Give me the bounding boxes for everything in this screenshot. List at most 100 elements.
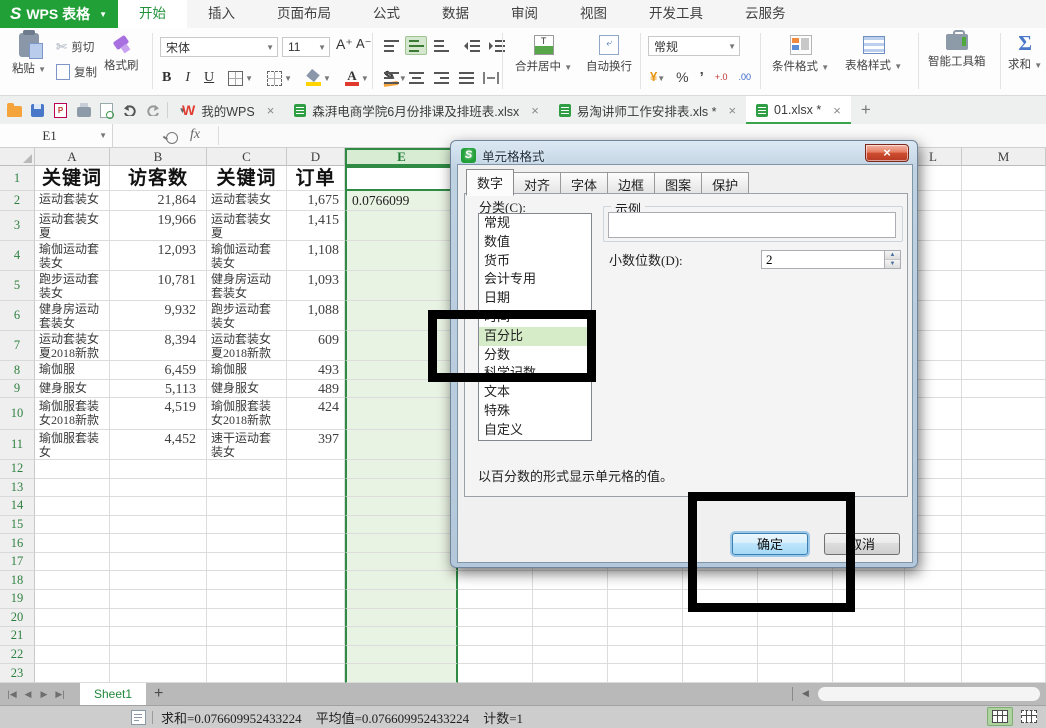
cell-H22[interactable] <box>608 646 683 665</box>
cell-B14[interactable] <box>110 497 207 516</box>
cell-E12[interactable] <box>345 460 458 479</box>
cell-D4[interactable]: 1,108 <box>287 241 345 271</box>
cell-M17[interactable] <box>962 553 1046 572</box>
underline-button[interactable]: U <box>204 70 214 86</box>
cell-B8[interactable]: 6,459 <box>110 361 207 380</box>
cell-B13[interactable] <box>110 479 207 498</box>
row-header-7[interactable]: 7 <box>0 331 35 361</box>
row-header-3[interactable]: 3 <box>0 211 35 241</box>
column-header-D[interactable]: D <box>287 148 345 166</box>
cell-B3[interactable]: 19,966 <box>110 211 207 241</box>
row-header-9[interactable]: 9 <box>0 380 35 398</box>
cell-C16[interactable] <box>207 534 287 553</box>
cell-D8[interactable]: 493 <box>287 361 345 380</box>
cell-F23[interactable] <box>458 664 533 683</box>
cell-E19[interactable] <box>345 590 458 609</box>
cell-G20[interactable] <box>533 609 608 628</box>
align-left-button[interactable] <box>380 68 402 87</box>
cell-C20[interactable] <box>207 609 287 628</box>
row-header-6[interactable]: 6 <box>0 301 35 331</box>
cell-E4[interactable] <box>345 241 458 271</box>
distribute-button[interactable] <box>480 68 502 87</box>
cell-M20[interactable] <box>962 609 1046 628</box>
cell-A7[interactable]: 运动套装女夏2018新款 <box>35 331 110 361</box>
cell-C2[interactable]: 运动套装女 <box>207 191 287 211</box>
cell-D5[interactable]: 1,093 <box>287 271 345 301</box>
row-header-15[interactable]: 15 <box>0 516 35 535</box>
cell-D1[interactable]: 订单量 <box>287 166 345 191</box>
cell-D23[interactable] <box>287 664 345 683</box>
cell-B6[interactable]: 9,932 <box>110 301 207 331</box>
row-header-17[interactable]: 17 <box>0 553 35 572</box>
close-icon[interactable]: × <box>833 103 841 118</box>
align-middle-button[interactable] <box>405 36 427 55</box>
doc-tab-2[interactable]: 易淘讲师工作安排表.xls *× <box>549 96 746 124</box>
first-sheet-icon[interactable]: |◀ <box>6 689 18 700</box>
merge-center-button[interactable]: T 合并居中 ▼ <box>515 35 572 74</box>
cell-G22[interactable] <box>533 646 608 665</box>
cell-E15[interactable] <box>345 516 458 535</box>
dialog-category-1[interactable]: 数值 <box>479 233 591 252</box>
cell-H19[interactable] <box>608 590 683 609</box>
column-header-A[interactable]: A <box>35 148 110 166</box>
cell-A21[interactable] <box>35 627 110 646</box>
cell-D16[interactable] <box>287 534 345 553</box>
column-header-C[interactable]: C <box>207 148 287 166</box>
open-file-button[interactable] <box>6 102 23 119</box>
row-header-5[interactable]: 5 <box>0 271 35 301</box>
cell-E18[interactable] <box>345 571 458 590</box>
cell-M16[interactable] <box>962 534 1046 553</box>
menu-tab-0[interactable]: 开始 <box>118 0 187 28</box>
dialog-close-button[interactable]: × <box>865 144 909 162</box>
cell-B17[interactable] <box>110 553 207 572</box>
row-header-23[interactable]: 23 <box>0 664 35 683</box>
cell-B18[interactable] <box>110 571 207 590</box>
cell-B10[interactable]: 4,519 <box>110 398 207 430</box>
dialog-category-0[interactable]: 常规 <box>479 214 591 233</box>
cell-E17[interactable] <box>345 553 458 572</box>
cell-M5[interactable] <box>962 271 1046 301</box>
horizontal-scrollbar[interactable] <box>818 687 1040 701</box>
cell-D17[interactable] <box>287 553 345 572</box>
cell-D21[interactable] <box>287 627 345 646</box>
column-header-E[interactable]: E <box>345 148 458 166</box>
cell-K22[interactable] <box>833 646 905 665</box>
redo-button[interactable] <box>144 102 161 119</box>
cell-L19[interactable] <box>905 590 962 609</box>
dialog-tab-2[interactable]: 字体 <box>561 172 608 195</box>
cell-D2[interactable]: 1,675 <box>287 191 345 211</box>
cell-C22[interactable] <box>207 646 287 665</box>
border-select[interactable]: ▼ <box>228 71 253 86</box>
next-sheet-icon[interactable]: ▶ <box>38 689 50 700</box>
dialog-tab-5[interactable]: 保护 <box>702 172 749 195</box>
decimal-places-stepper[interactable]: 2 ▲ ▼ <box>761 250 901 269</box>
cell-F18[interactable] <box>458 571 533 590</box>
cell-I21[interactable] <box>683 627 758 646</box>
cell-K23[interactable] <box>833 664 905 683</box>
cell-C23[interactable] <box>207 664 287 683</box>
cell-M1[interactable] <box>962 166 1046 191</box>
cell-C10[interactable]: 瑜伽服套装女2018新款 <box>207 398 287 430</box>
cell-B19[interactable] <box>110 590 207 609</box>
cell-K21[interactable] <box>833 627 905 646</box>
cell-D7[interactable]: 609 <box>287 331 345 361</box>
cell-A17[interactable] <box>35 553 110 572</box>
grow-font-button[interactable]: A⁺ <box>336 36 353 53</box>
row-header-2[interactable]: 2 <box>0 191 35 211</box>
increase-indent-button[interactable] <box>486 36 508 55</box>
row-header-12[interactable]: 12 <box>0 460 35 479</box>
cell-E14[interactable] <box>345 497 458 516</box>
conditional-format-button[interactable]: 条件格式 ▼ <box>772 35 829 74</box>
cell-B2[interactable]: 21,864 <box>110 191 207 211</box>
cell-A15[interactable] <box>35 516 110 535</box>
cell-E10[interactable] <box>345 398 458 430</box>
menu-tab-1[interactable]: 插入 <box>187 0 256 28</box>
close-icon[interactable]: × <box>531 103 539 118</box>
table-style-button[interactable]: 表格样式 ▼ <box>845 36 902 73</box>
cell-D14[interactable] <box>287 497 345 516</box>
cell-C15[interactable] <box>207 516 287 535</box>
align-right-button[interactable] <box>430 68 452 87</box>
sum-button[interactable]: Σ 求和 ▼ <box>1008 33 1042 72</box>
align-center-button[interactable] <box>405 68 427 87</box>
close-icon[interactable]: × <box>267 103 275 118</box>
